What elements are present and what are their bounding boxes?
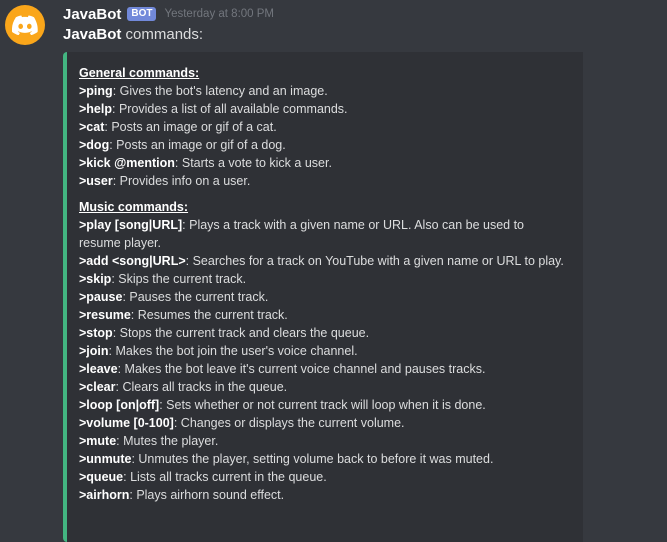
command-line: >join: Makes the bot join the user's voi… bbox=[79, 342, 569, 360]
command-line: >add <song|URL>: Searches for a track on… bbox=[79, 252, 569, 270]
bot-avatar[interactable] bbox=[5, 5, 45, 45]
command-line: >volume [0-100]: Changes or displays the… bbox=[79, 414, 569, 432]
command-description: : Starts a vote to kick a user. bbox=[174, 156, 332, 170]
command-line: >dog: Posts an image or gif of a dog. bbox=[79, 136, 569, 154]
command-name: >mute bbox=[79, 434, 117, 448]
command-line: >ping: Gives the bot's latency and an im… bbox=[79, 82, 569, 100]
command-description: : Provides a list of all available comma… bbox=[112, 102, 348, 116]
message-content-text: commands: bbox=[121, 26, 204, 43]
general-commands-title: General commands: bbox=[79, 66, 200, 80]
command-line: >skip: Skips the current track. bbox=[79, 270, 569, 288]
music-commands-list: >play [song|URL]: Plays a track with a g… bbox=[79, 216, 569, 504]
message-content-bold: JavaBot bbox=[63, 26, 122, 43]
command-name: >cat bbox=[79, 120, 105, 134]
command-name: >dog bbox=[79, 138, 110, 152]
command-line: >airhorn: Plays airhorn sound effect. bbox=[79, 486, 569, 504]
author-name[interactable]: JavaBot bbox=[63, 6, 121, 23]
command-line: >stop: Stops the current track and clear… bbox=[79, 324, 569, 342]
command-name: >queue bbox=[79, 470, 124, 484]
bot-tag-badge: BOT bbox=[127, 7, 157, 21]
message-header: JavaBot BOT Yesterday at 8:00 PM bbox=[63, 4, 274, 24]
command-name: >stop bbox=[79, 326, 113, 340]
command-name: >clear bbox=[79, 380, 116, 394]
command-line: >cat: Posts an image or gif of a cat. bbox=[79, 118, 569, 136]
general-commands-list: >ping: Gives the bot's latency and an im… bbox=[79, 82, 569, 190]
embed-body: General commands: >ping: Gives the bot's… bbox=[79, 64, 569, 504]
command-line: >mute: Mutes the player. bbox=[79, 432, 569, 450]
command-description: : Skips the current track. bbox=[111, 272, 247, 286]
command-line: >loop [on|off]: Sets whether or not curr… bbox=[79, 396, 569, 414]
command-name: >help bbox=[79, 102, 112, 116]
command-description: : Mutes the player. bbox=[116, 434, 219, 448]
command-line: >clear: Clears all tracks in the queue. bbox=[79, 378, 569, 396]
message-content: JavaBot commands: bbox=[63, 25, 203, 45]
command-description: : Searches for a track on YouTube with a… bbox=[185, 254, 564, 268]
command-name: >join bbox=[79, 344, 109, 358]
command-line: >kick @mention: Starts a vote to kick a … bbox=[79, 154, 569, 172]
command-name: >leave bbox=[79, 362, 118, 376]
music-commands-title: Music commands: bbox=[79, 200, 189, 214]
chat-message: JavaBot BOT Yesterday at 8:00 PM JavaBot… bbox=[0, 0, 667, 542]
command-line: >pause: Pauses the current track. bbox=[79, 288, 569, 306]
command-line: >resume: Resumes the current track. bbox=[79, 306, 569, 324]
command-name: >airhorn bbox=[79, 488, 130, 502]
message-timestamp: Yesterday at 8:00 PM bbox=[164, 8, 274, 20]
command-description: : Unmutes the player, setting volume bac… bbox=[131, 452, 494, 466]
command-description: : Clears all tracks in the queue. bbox=[115, 380, 288, 394]
command-description: : Provides info on a user. bbox=[112, 174, 251, 188]
commands-embed: General commands: >ping: Gives the bot's… bbox=[63, 52, 583, 542]
command-description: : Changes or displays the current volume… bbox=[173, 416, 405, 430]
command-name: >pause bbox=[79, 290, 123, 304]
command-description: : Sets whether or not current track will… bbox=[159, 398, 486, 412]
command-description: : Makes the bot leave it's current voice… bbox=[117, 362, 486, 376]
command-description: : Lists all tracks current in the queue. bbox=[123, 470, 327, 484]
command-description: : Stops the current track and clears the… bbox=[112, 326, 370, 340]
command-name: >loop [on|off] bbox=[79, 398, 160, 412]
command-description: : Pauses the current track. bbox=[122, 290, 269, 304]
command-line: >help: Provides a list of all available … bbox=[79, 100, 569, 118]
command-line: >unmute: Unmutes the player, setting vol… bbox=[79, 450, 569, 468]
command-name: >add <song|URL> bbox=[79, 254, 186, 268]
command-description: : Posts an image or gif of a cat. bbox=[104, 120, 277, 134]
command-line: >user: Provides info on a user. bbox=[79, 172, 569, 190]
command-name: >ping bbox=[79, 84, 113, 98]
command-line: >leave: Makes the bot leave it's current… bbox=[79, 360, 569, 378]
command-name: >play [song|URL] bbox=[79, 218, 183, 232]
command-description: : Plays airhorn sound effect. bbox=[129, 488, 285, 502]
command-name: >skip bbox=[79, 272, 112, 286]
command-description: : Resumes the current track. bbox=[130, 308, 288, 322]
command-description: : Posts an image or gif of a dog. bbox=[109, 138, 286, 152]
command-description: : Gives the bot's latency and an image. bbox=[112, 84, 328, 98]
command-name: >volume [0-100] bbox=[79, 416, 174, 430]
command-line: >queue: Lists all tracks current in the … bbox=[79, 468, 569, 486]
command-name: >user bbox=[79, 174, 113, 188]
command-name: >resume bbox=[79, 308, 131, 322]
command-description: : Makes the bot join the user's voice ch… bbox=[108, 344, 358, 358]
command-line: >play [song|URL]: Plays a track with a g… bbox=[79, 216, 569, 252]
command-name: >kick @mention bbox=[79, 156, 175, 170]
command-name: >unmute bbox=[79, 452, 132, 466]
discord-logo-icon bbox=[12, 15, 38, 35]
